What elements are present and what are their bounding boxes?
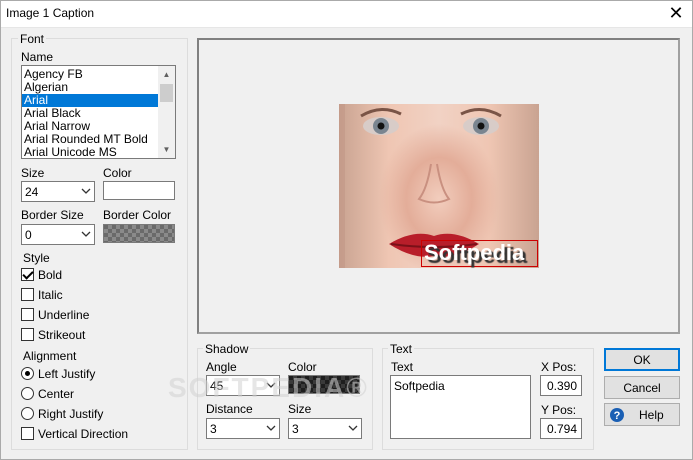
scroll-up-icon[interactable]: ▲ <box>158 66 175 83</box>
shadow-size-label: Size <box>288 402 312 416</box>
cancel-button[interactable]: Cancel <box>604 376 680 399</box>
shadow-size-select[interactable]: 3 <box>288 418 362 439</box>
center-label[interactable]: Center <box>38 387 74 401</box>
chevron-down-icon <box>266 425 276 431</box>
underline-checkbox[interactable] <box>21 308 34 321</box>
font-size-label: Size <box>21 166 45 180</box>
shadow-distance-select[interactable]: 3 <box>206 418 280 439</box>
shadow-group-label: Shadow <box>203 342 251 356</box>
ypos-label: Y Pos: <box>541 403 577 417</box>
border-size-label: Border Size <box>21 208 84 222</box>
text-label: Text <box>391 360 414 374</box>
help-icon: ? <box>610 407 624 422</box>
right-justify-radio[interactable] <box>21 407 34 420</box>
xpos-label: X Pos: <box>541 360 577 374</box>
shadow-distance-value: 3 <box>210 422 217 436</box>
scroll-down-icon[interactable]: ▼ <box>158 141 175 158</box>
strikeout-label[interactable]: Strikeout <box>38 328 85 342</box>
chevron-down-icon <box>266 382 276 388</box>
font-name-list[interactable]: Agency FB Algerian Arial Arial Black Ari… <box>21 65 176 159</box>
font-list-item[interactable]: Arial Unicode MS <box>22 146 175 159</box>
alignment-label: Alignment <box>23 349 77 363</box>
help-button[interactable]: ? Help <box>604 403 680 426</box>
shadow-angle-label: Angle <box>206 360 237 374</box>
scroll-thumb[interactable] <box>160 84 173 102</box>
shadow-angle-select[interactable]: 45 <box>206 375 280 396</box>
chevron-down-icon <box>81 231 91 237</box>
font-color-swatch[interactable] <box>103 181 175 200</box>
bold-label[interactable]: Bold <box>38 268 62 282</box>
title-bar <box>0 0 693 28</box>
chevron-down-icon <box>81 188 91 194</box>
chevron-down-icon <box>348 425 358 431</box>
font-color-label: Color <box>103 166 132 180</box>
italic-label[interactable]: Italic <box>38 288 63 302</box>
font-list-scrollbar[interactable]: ▲ ▼ <box>158 66 175 158</box>
center-radio[interactable] <box>21 387 34 400</box>
xpos-input[interactable]: 0.390 <box>540 375 582 396</box>
strikeout-checkbox[interactable] <box>21 328 34 341</box>
left-justify-label[interactable]: Left Justify <box>38 367 95 381</box>
shadow-size-value: 3 <box>292 422 299 436</box>
font-size-value: 24 <box>25 185 39 199</box>
help-button-label: Help <box>639 407 664 422</box>
close-icon[interactable]: ✕ <box>661 2 691 24</box>
svg-text:?: ? <box>614 410 621 422</box>
ypos-input[interactable]: 0.794 <box>540 418 582 439</box>
shadow-color-swatch[interactable] <box>288 375 360 394</box>
vertical-direction-checkbox[interactable] <box>21 427 34 440</box>
border-size-value: 0 <box>25 228 32 242</box>
text-group-label: Text <box>388 342 415 356</box>
shadow-distance-label: Distance <box>206 402 253 416</box>
style-label: Style <box>23 251 50 265</box>
shadow-angle-value: 45 <box>210 379 224 393</box>
window-title: Image 1 Caption <box>6 6 95 20</box>
caption-text-input[interactable]: Softpedia <box>390 375 531 439</box>
border-size-select[interactable]: 0 <box>21 224 95 245</box>
left-justify-radio[interactable] <box>21 367 34 380</box>
font-group-label: Font <box>18 32 47 46</box>
shadow-color-label: Color <box>288 360 317 374</box>
preview-caption[interactable]: Softpedia <box>424 240 524 266</box>
vertical-direction-label[interactable]: Vertical Direction <box>38 427 128 441</box>
font-size-select[interactable]: 24 <box>21 181 95 202</box>
italic-checkbox[interactable] <box>21 288 34 301</box>
right-justify-label[interactable]: Right Justify <box>38 407 103 421</box>
underline-label[interactable]: Underline <box>38 308 89 322</box>
font-name-label: Name <box>21 50 54 64</box>
bold-checkbox[interactable] <box>21 268 34 281</box>
border-color-swatch[interactable] <box>103 224 175 243</box>
ok-button[interactable]: OK <box>604 348 680 371</box>
border-color-label: Border Color <box>103 208 172 222</box>
